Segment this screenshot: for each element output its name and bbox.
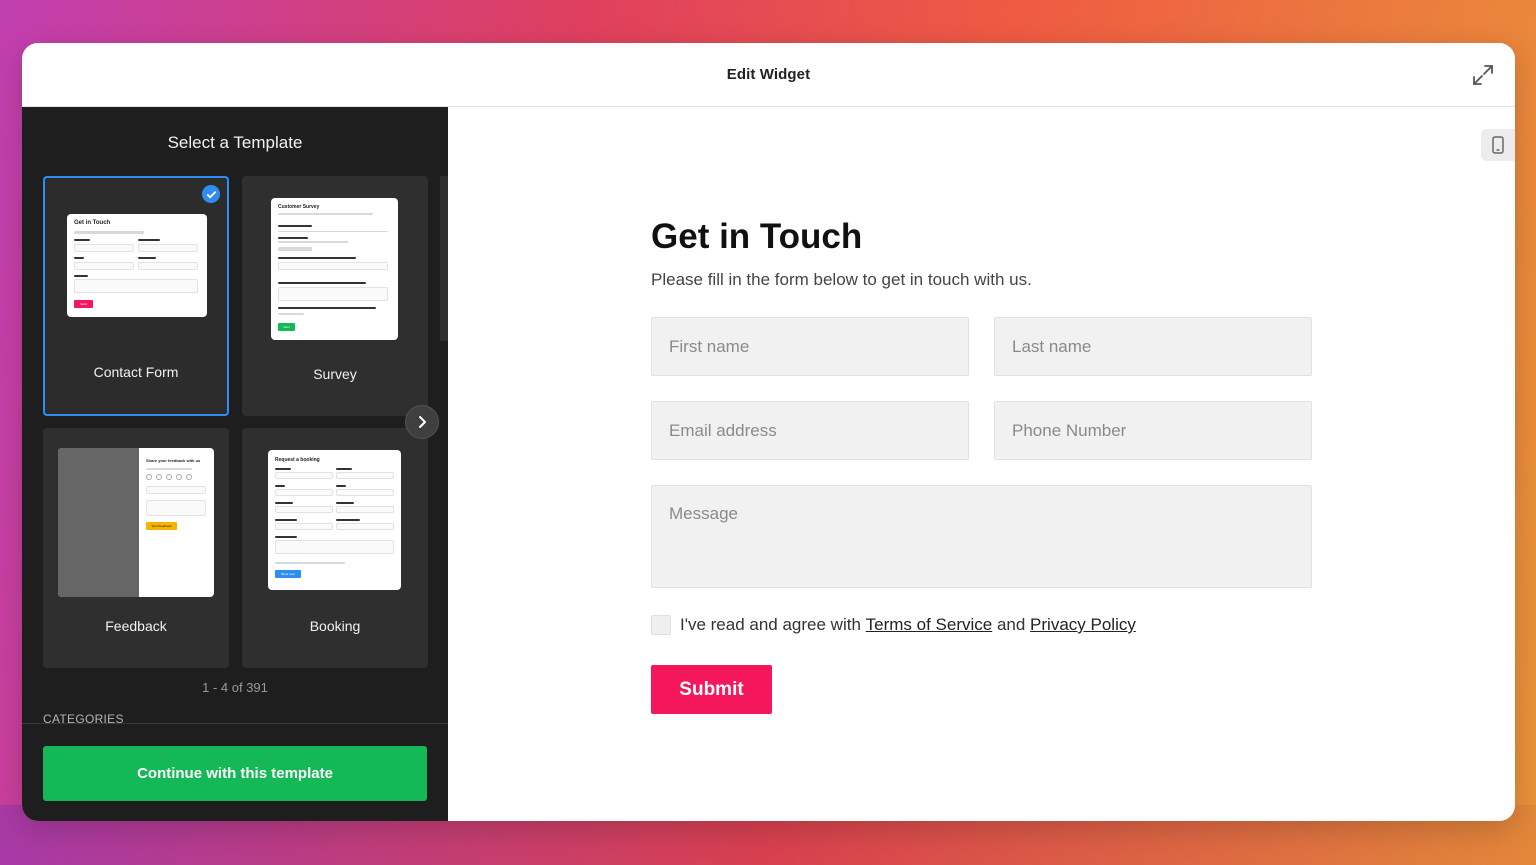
form-subtitle: Please fill in the form below to get in … [651,270,1032,289]
mobile-device-icon[interactable] [1481,129,1515,161]
window-title: Edit Widget [726,66,811,83]
chevron-right-icon [419,416,426,428]
template-card-label: Booking [309,618,361,634]
edit-widget-window: Edit Widget Select a Template Get in Tou… [22,43,1515,821]
expand-icon[interactable] [1469,61,1497,89]
email-input[interactable] [651,401,969,460]
submit-button[interactable]: Submit [651,665,772,714]
pagination-text: 1 - 4 of 391 [202,680,268,695]
sidebar-divider [22,723,448,724]
template-card-survey[interactable]: Customer Survey Next Survey [242,176,428,416]
thumb-title: Customer Survey [278,204,320,210]
template-card-feedback[interactable]: Share your feedback with us Send feedbac… [43,428,229,668]
agree-checkbox[interactable] [651,615,671,635]
check-icon [202,185,220,203]
template-card-peek [440,176,448,341]
template-card-label: Survey [313,366,357,382]
thumb-next-button: Next [278,323,295,331]
contact-form-thumbnail: Get in Touch Send [67,214,207,317]
template-card-booking[interactable]: Request a booking Book now Booking [242,428,428,668]
thumb-title: Request a booking [275,457,320,463]
thumb-send-button: Send feedback [146,522,177,530]
privacy-link[interactable]: Privacy Policy [1030,615,1136,635]
agreement-row: I've read and agree with Terms of Servic… [651,615,1136,635]
template-sidebar: Select a Template Get in Touch Send Cont… [22,107,448,821]
template-card-label: Contact Form [93,364,179,380]
form-title: Get in Touch [651,217,863,256]
survey-thumbnail: Customer Survey Next [271,198,398,340]
agree-text-and: and [992,615,1031,634]
continue-button[interactable]: Continue with this template [43,746,427,801]
thumb-title: Share your feedback with us [146,458,201,463]
last-name-input[interactable] [994,317,1312,376]
booking-thumbnail: Request a booking Book now [268,450,401,590]
thumb-image-panel [58,448,139,597]
thumb-send-button: Send [74,300,93,308]
template-card-label: Feedback [105,618,167,634]
sidebar-title: Select a Template [167,133,303,152]
first-name-input[interactable] [651,317,969,376]
message-textarea[interactable] [651,485,1312,588]
thumb-book-button: Book now [275,570,301,578]
window-header: Edit Widget [22,43,1515,107]
next-page-button[interactable] [405,405,439,439]
terms-link[interactable]: Terms of Service [866,615,993,635]
phone-input[interactable] [994,401,1312,460]
template-card-contact-form[interactable]: Get in Touch Send Contact Form [43,176,229,416]
thumb-title: Get in Touch [74,220,111,226]
form-preview-area: Get in Touch Please fill in the form bel… [448,107,1515,821]
feedback-thumbnail: Share your feedback with us Send feedbac… [58,448,214,597]
agree-text-prefix: I've read and agree with [680,615,866,634]
